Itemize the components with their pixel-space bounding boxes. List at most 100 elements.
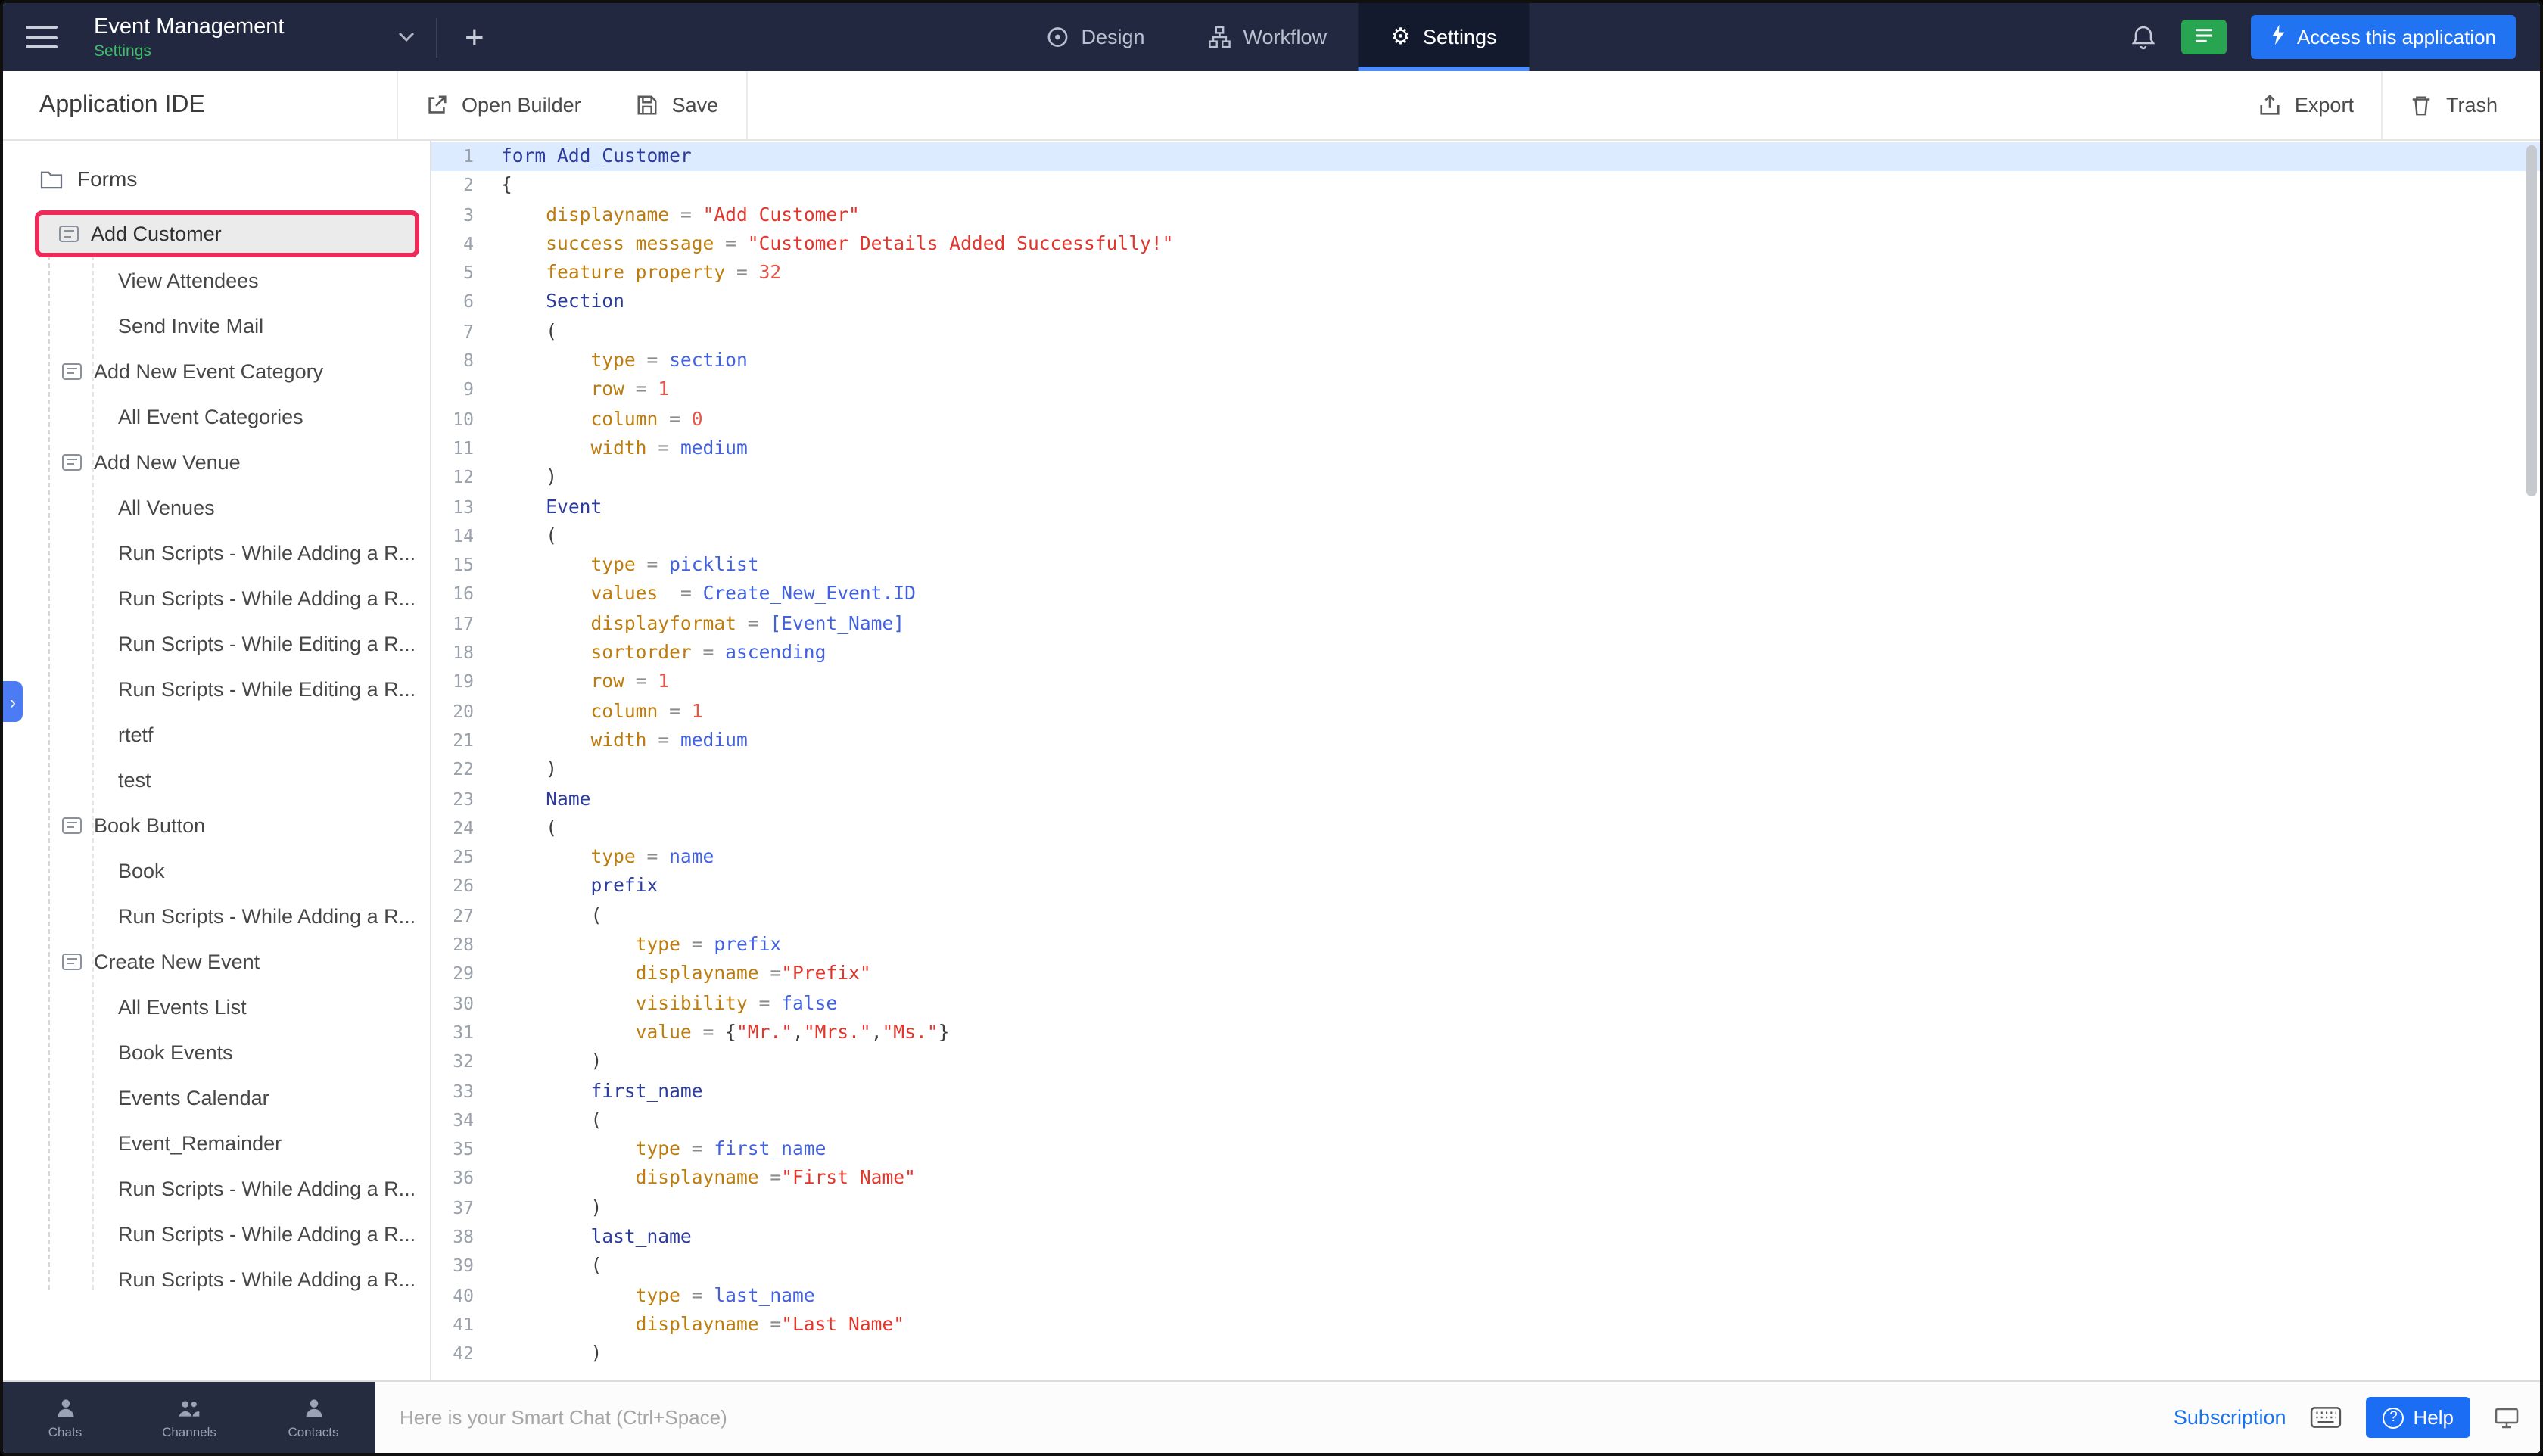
save-button[interactable]: Save (609, 71, 746, 139)
code-line-16[interactable]: 16 values = Create_New_Event.ID (431, 580, 2540, 610)
code-line-23[interactable]: 23 Name (431, 785, 2540, 814)
code-line-35[interactable]: 35 type = first_name (431, 1135, 2540, 1165)
sidebar-item-run-scripts-while-editing-a-r[interactable]: Run Scripts - While Editing a R... (3, 621, 430, 666)
code-line-15[interactable]: 15 type = picklist (431, 551, 2540, 580)
browser-window-icon[interactable] (2495, 1407, 2519, 1428)
sidebar-item-run-scripts-while-adding-a-r[interactable]: Run Scripts - While Adding a R... (3, 1211, 430, 1256)
help-button[interactable]: ? Help (2366, 1397, 2470, 1438)
sidebar-item-all-venues[interactable]: All Venues (3, 484, 430, 530)
sidebar-expand-handle[interactable]: › (3, 681, 23, 722)
green-list-button[interactable] (2181, 20, 2227, 54)
subscription-link[interactable]: Subscription (2174, 1406, 2286, 1429)
sidebar-item-add-new-event-category[interactable]: Add New Event Category (3, 348, 430, 394)
smart-chat-input[interactable] (400, 1406, 2085, 1429)
sidebar-item-events-calendar[interactable]: Events Calendar (3, 1075, 430, 1120)
code-line-31[interactable]: 31 value = {"Mr.","Mrs.","Ms."} (431, 1019, 2540, 1048)
code-line-10[interactable]: 10 column = 0 (431, 405, 2540, 434)
sidebar-item-run-scripts-while-adding-a-r[interactable]: Run Scripts - While Adding a R... (3, 575, 430, 621)
code-line-18[interactable]: 18 sortorder = ascending (431, 639, 2540, 668)
sidebar-item-label: Run Scripts - While Adding a R... (118, 1222, 416, 1245)
code-line-9[interactable]: 9 row = 1 (431, 376, 2540, 406)
sidebar-item-label: Book Button (94, 814, 206, 836)
sidebar-item-add-customer[interactable]: Add Customer (35, 210, 419, 257)
sidebar-item-create-new-event[interactable]: Create New Event (3, 938, 430, 984)
keyboard-icon[interactable] (2311, 1406, 2342, 1429)
code-line-8[interactable]: 8 type = section (431, 347, 2540, 376)
code-line-14[interactable]: 14 ( (431, 522, 2540, 552)
code-line-32[interactable]: 32 ) (431, 1047, 2540, 1077)
sidebar-item-event-remainder[interactable]: Event_Remainder (3, 1120, 430, 1165)
code-line-6[interactable]: 6 Section (431, 288, 2540, 318)
code-line-20[interactable]: 20 column = 1 (431, 697, 2540, 726)
code-line-40[interactable]: 40 type = last_name (431, 1281, 2540, 1311)
sidebar-item-book-button[interactable]: Book Button (3, 802, 430, 848)
code-line-4[interactable]: 4 success message = "Customer Details Ad… (431, 230, 2540, 260)
sidebar-item-label: Run Scripts - While Adding a R... (118, 586, 416, 609)
chat-tab-channels[interactable]: Channels (127, 1382, 251, 1453)
sidebar-item-all-event-categories[interactable]: All Event Categories (3, 394, 430, 439)
code-line-11[interactable]: 11 width = medium (431, 434, 2540, 464)
export-button[interactable]: Export (2231, 71, 2381, 139)
tab-workflow[interactable]: Workflow (1177, 3, 1359, 71)
tab-design[interactable]: Design (1014, 3, 1176, 71)
line-number: 12 (453, 466, 474, 488)
toolbar-right-group: Export Trash (2231, 71, 2540, 139)
code-line-37[interactable]: 37 ) (431, 1193, 2540, 1223)
trash-button[interactable]: Trash (2383, 71, 2525, 139)
sidebar-item-run-scripts-while-adding-a-r[interactable]: Run Scripts - While Adding a R... (3, 1165, 430, 1211)
code-line-39[interactable]: 39 ( (431, 1252, 2540, 1282)
code-line-22[interactable]: 22 ) (431, 755, 2540, 785)
sidebar-item-book-events[interactable]: Book Events (3, 1029, 430, 1075)
code-line-3[interactable]: 3 displayname = "Add Customer" (431, 201, 2540, 230)
sidebar-item-run-scripts-while-adding-a-r[interactable]: Run Scripts - While Adding a R... (3, 530, 430, 575)
code-line-41[interactable]: 41 displayname ="Last Name" (431, 1311, 2540, 1340)
access-application-button[interactable]: Access this application (2251, 15, 2516, 59)
chat-tab-chats[interactable]: Chats (3, 1382, 127, 1453)
app-switcher[interactable]: Event Management Settings (94, 14, 415, 60)
chat-tab-contacts[interactable]: Contacts (251, 1382, 375, 1453)
code-line-2[interactable]: 2{ (431, 172, 2540, 201)
code-line-33[interactable]: 33 first_name (431, 1077, 2540, 1106)
code-line-25[interactable]: 25 type = name (431, 843, 2540, 873)
code-line-5[interactable]: 5 feature property = 32 (431, 259, 2540, 288)
smart-chat-bar (375, 1382, 2174, 1453)
hamburger-menu-icon[interactable] (26, 26, 58, 48)
code-line-34[interactable]: 34 ( (431, 1106, 2540, 1136)
sidebar-item-label: All Event Categories (118, 405, 303, 428)
sidebar-item-run-scripts-while-adding-a-r[interactable]: Run Scripts - While Adding a R... (3, 1256, 430, 1302)
sidebar-item-add-new-venue[interactable]: Add New Venue (3, 439, 430, 484)
code-line-29[interactable]: 29 displayname ="Prefix" (431, 960, 2540, 990)
sidebar-item-all-events-list[interactable]: All Events List (3, 984, 430, 1029)
code-line-1[interactable]: 1 form Add_Customer (431, 142, 2540, 172)
code-line-19[interactable]: 19 row = 1 (431, 668, 2540, 698)
sidebar-folder-forms[interactable]: Forms (3, 156, 430, 201)
editor-scrollbar[interactable] (2526, 145, 2537, 496)
tab-settings[interactable]: ⚙ Settings (1359, 3, 1529, 71)
code-editor[interactable]: 1 form Add_Customer 2{3 displayname = "Add… (431, 141, 2540, 1380)
code-line-38[interactable]: 38 last_name (431, 1223, 2540, 1252)
code-line-36[interactable]: 36 displayname ="First Name" (431, 1165, 2540, 1194)
code-line-12[interactable]: 12 ) (431, 464, 2540, 493)
code-text: ( (501, 320, 558, 342)
add-new-application-button[interactable]: + (453, 20, 496, 54)
code-line-13[interactable]: 13 Event (431, 493, 2540, 522)
sidebar-item-run-scripts-while-editing-a-r[interactable]: Run Scripts - While Editing a R... (3, 666, 430, 711)
code-line-24[interactable]: 24 ( (431, 814, 2540, 844)
sidebar-item-view-attendees[interactable]: View Attendees (3, 257, 430, 303)
sidebar-item-rtetf[interactable]: rtetf (3, 711, 430, 757)
sidebar-item-send-invite-mail[interactable]: Send Invite Mail (3, 303, 430, 348)
sidebar-item-book[interactable]: Book (3, 848, 430, 893)
code-line-42[interactable]: 42 ) (431, 1339, 2540, 1369)
code-line-26[interactable]: 26 prefix (431, 873, 2540, 902)
application-window: Event Management Settings + Design Workf… (0, 0, 2543, 1456)
code-line-17[interactable]: 17 displayformat = [Event_Name] (431, 610, 2540, 639)
sidebar-item-run-scripts-while-adding-a-r[interactable]: Run Scripts - While Adding a R... (3, 893, 430, 938)
code-line-28[interactable]: 28 type = prefix (431, 931, 2540, 960)
code-line-7[interactable]: 7 ( (431, 318, 2540, 347)
code-line-21[interactable]: 21 width = medium (431, 726, 2540, 756)
sidebar-item-test[interactable]: test (3, 757, 430, 802)
code-line-30[interactable]: 30 visibility = false (431, 989, 2540, 1019)
open-builder-button[interactable]: Open Builder (398, 71, 609, 139)
code-line-27[interactable]: 27 ( (431, 901, 2540, 931)
notifications-bell-icon[interactable] (2131, 23, 2158, 51)
